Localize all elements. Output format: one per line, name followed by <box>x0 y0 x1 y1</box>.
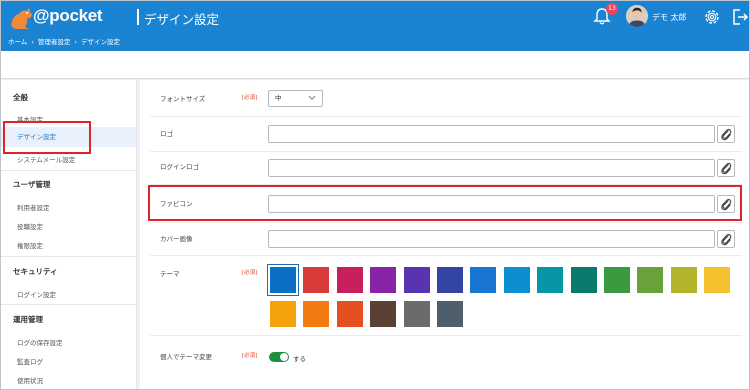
user-name[interactable]: デモ 太郎 <box>652 12 687 23</box>
row-divider <box>150 116 742 117</box>
sidebar-item-permission-settings[interactable]: 権限設定 <box>17 240 43 250</box>
font-size-label: フォントサイズ <box>160 95 206 103</box>
highlight-box-sidebar <box>3 121 91 154</box>
theme-swatch-4[interactable] <box>370 267 396 293</box>
cover-image-file-field[interactable] <box>268 230 715 248</box>
personal-theme-toggle-label: する <box>293 355 306 363</box>
logo-text[interactable]: @pocket <box>33 6 103 26</box>
sidebar-item-system-mail[interactable]: システムメール設定 <box>17 154 75 164</box>
sidebar-item-audit-log[interactable]: 監査ログ <box>17 356 43 366</box>
theme-swatch-13[interactable] <box>671 267 697 293</box>
theme-swatch-9[interactable] <box>537 267 563 293</box>
theme-swatch-19[interactable] <box>404 301 430 327</box>
login-logo-attach-button[interactable] <box>717 159 735 177</box>
sidebar-section-security: セキュリティ <box>13 267 58 276</box>
theme-swatch-2[interactable] <box>303 267 329 293</box>
logo-label: ロゴ <box>160 130 173 138</box>
login-logo-label: ログインロゴ <box>160 163 199 171</box>
sidebar-item-user-settings[interactable]: 利用者設定 <box>17 202 50 212</box>
theme-swatch-16[interactable] <box>303 301 329 327</box>
highlight-box-favicon <box>148 185 742 221</box>
personal-theme-toggle[interactable] <box>269 352 289 362</box>
theme-swatch-7[interactable] <box>470 267 496 293</box>
row-divider <box>150 255 742 256</box>
cover-image-label: カバー画像 <box>160 235 193 243</box>
title-divider <box>137 9 139 25</box>
paperclip-icon <box>721 162 732 175</box>
sidebar-section-general: 全般 <box>13 93 28 102</box>
sidebar-section-operations: 運用管理 <box>13 315 43 324</box>
breadcrumb-home[interactable]: ホーム <box>8 38 27 46</box>
sidebar-divider <box>1 256 136 257</box>
paperclip-icon <box>721 128 732 141</box>
theme-swatch-1[interactable] <box>268 265 298 295</box>
theme-swatch-17[interactable] <box>337 301 363 327</box>
sidebar-item-position-settings[interactable]: 役職設定 <box>17 221 43 231</box>
logo-file-field[interactable] <box>268 125 715 143</box>
breadcrumb-current: デザイン設定 <box>81 38 121 46</box>
theme-label: テーマ <box>160 270 180 278</box>
sidebar-section-user-management: ユーザ管理 <box>13 180 51 189</box>
theme-swatch-20[interactable] <box>437 301 463 327</box>
theme-swatch-18[interactable] <box>370 301 396 327</box>
theme-swatch-6[interactable] <box>437 267 463 293</box>
required-mark: [必須] <box>242 95 258 101</box>
sidebar-divider <box>1 170 136 171</box>
theme-swatch-8[interactable] <box>504 267 530 293</box>
theme-swatch-12[interactable] <box>637 267 663 293</box>
theme-swatch-14[interactable] <box>704 267 730 293</box>
font-size-select[interactable]: 中 <box>268 90 323 107</box>
theme-swatch-5[interactable] <box>404 267 430 293</box>
notification-badge: 13 <box>606 3 618 15</box>
row-divider <box>150 335 742 336</box>
theme-swatch-10[interactable] <box>571 267 597 293</box>
avatar[interactable] <box>626 5 648 27</box>
chevron-down-icon <box>308 95 316 101</box>
toolbar-band <box>1 51 749 79</box>
toggle-knob <box>280 353 288 361</box>
theme-swatch-15[interactable] <box>270 301 296 327</box>
sidebar-item-login-settings[interactable]: ログイン設定 <box>17 289 56 299</box>
logo-attach-button[interactable] <box>717 125 735 143</box>
theme-swatch-3[interactable] <box>337 267 363 293</box>
breadcrumb-separator: › <box>31 38 34 46</box>
gear-icon[interactable] <box>702 7 722 27</box>
personal-theme-label: 個人でテーマ変更 <box>160 353 212 361</box>
breadcrumb-admin-settings[interactable]: 管理者設定 <box>38 38 71 46</box>
sidebar-item-usage[interactable]: 使用状況 <box>17 375 43 385</box>
row-divider <box>150 151 742 152</box>
login-logo-file-field[interactable] <box>268 159 715 177</box>
cover-image-attach-button[interactable] <box>717 230 735 248</box>
sidebar-divider <box>1 304 136 305</box>
required-mark: [必須] <box>242 353 258 359</box>
page-title: デザイン設定 <box>144 12 220 27</box>
required-mark: [必須] <box>242 270 258 276</box>
user-photo-icon <box>626 5 648 27</box>
breadcrumb: ホーム › 管理者設定 › デザイン設定 <box>8 36 120 46</box>
paperclip-icon <box>721 233 732 246</box>
theme-swatch-11[interactable] <box>604 267 630 293</box>
sidebar-item-log-retention[interactable]: ログの保存設定 <box>17 337 63 347</box>
font-size-value: 中 <box>275 94 282 102</box>
app-header: @pocket デザイン設定 ホーム › 管理者設定 › デザイン設定 13 デモ 太郎 <box>1 1 749 51</box>
breadcrumb-separator: › <box>74 38 78 46</box>
row-divider <box>150 222 742 223</box>
logout-icon[interactable] <box>731 7 749 27</box>
